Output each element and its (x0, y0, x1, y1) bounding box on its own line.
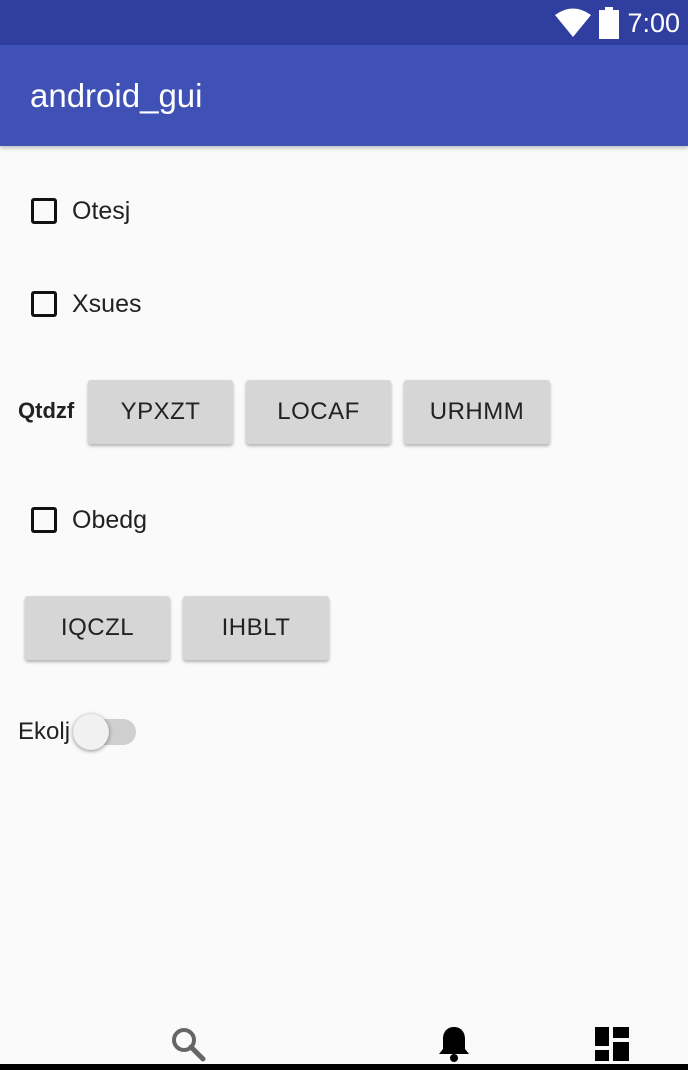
button-locaf[interactable]: LOCAF (246, 380, 391, 444)
status-bar: 7:00 (0, 0, 688, 45)
button-iqczl[interactable]: IQCZL (25, 596, 170, 660)
checkbox-xsues[interactable]: Xsues (31, 284, 141, 324)
checkbox-label: Xsues (72, 289, 142, 318)
button-ypxzt[interactable]: YPXZT (88, 380, 233, 444)
checkbox-label: Obedg (72, 505, 148, 534)
app-title: android_gui (30, 77, 203, 114)
search-icon[interactable] (170, 1026, 206, 1062)
notification-bell-icon[interactable] (437, 1025, 471, 1063)
checkbox-otesj[interactable]: Otesj (31, 191, 130, 231)
wifi-icon (555, 8, 592, 37)
dashboard-icon[interactable] (595, 1027, 629, 1061)
button-row-label: Qtdzf (18, 398, 75, 423)
status-icons: 7:00 (555, 4, 680, 42)
status-time: 7:00 (627, 7, 680, 38)
button-ihblt[interactable]: IHBLT (183, 596, 329, 660)
app-bar: android_gui (0, 45, 688, 146)
checkbox-obedg[interactable]: Obedg (31, 500, 147, 540)
checkbox-label: Otesj (72, 196, 131, 225)
checkbox-box[interactable] (31, 507, 57, 533)
checkbox-box[interactable] (31, 198, 57, 224)
checkbox-box[interactable] (31, 291, 57, 317)
switch-thumb[interactable] (73, 714, 109, 750)
battery-icon (599, 7, 620, 39)
navigation-bar-edge (0, 1064, 688, 1070)
button-urhmm[interactable]: URHMM (404, 380, 550, 444)
switch-label: Ekolj (18, 718, 71, 745)
